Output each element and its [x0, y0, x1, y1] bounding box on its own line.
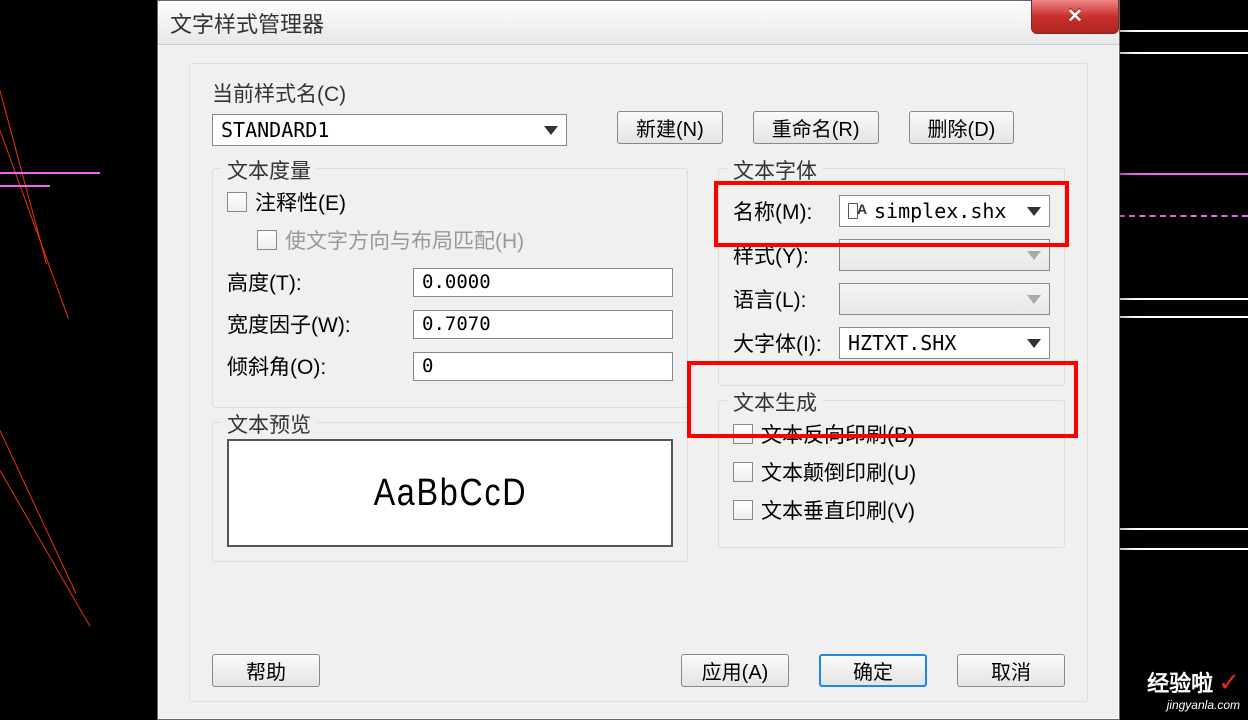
- chevron-down-icon: [1027, 295, 1041, 304]
- font-style-combo: [839, 239, 1050, 271]
- current-style-label: 当前样式名(C): [212, 78, 567, 108]
- measure-group: 文本度量 注释性(E) 使文字方向与布局匹配(H) 高度(T):: [212, 168, 688, 408]
- annotative-label: 注释性(E): [255, 187, 346, 217]
- oblique-row: 倾斜角(O):: [227, 351, 673, 381]
- oblique-input[interactable]: [413, 352, 673, 381]
- font-style-label: 样式(Y):: [733, 240, 839, 270]
- backward-checkbox[interactable]: [733, 424, 753, 444]
- vertical-label: 文本垂直印刷(V): [761, 495, 915, 525]
- bg-cad-line: [0, 130, 69, 318]
- upside-row: 文本颠倒印刷(U): [733, 457, 1050, 487]
- height-label: 高度(T):: [227, 267, 413, 297]
- width-label: 宽度因子(W):: [227, 309, 413, 339]
- measure-title: 文本度量: [221, 155, 317, 185]
- vertical-row: 文本垂直印刷(V): [733, 495, 1050, 525]
- bg-cad-line: [0, 430, 77, 594]
- bg-cad-line: [0, 470, 90, 626]
- bigfont-label: 大字体(I):: [733, 328, 839, 358]
- close-button[interactable]: ✕: [1031, 0, 1119, 34]
- match-orient-checkbox: [257, 230, 277, 250]
- bigfont-row: 大字体(I): HZTXT.SHX: [733, 327, 1050, 359]
- upside-label: 文本颠倒印刷(U): [761, 457, 916, 487]
- font-name-row: 名称(M): simplex.shx: [733, 195, 1050, 227]
- inner-panel: 当前样式名(C) STANDARD1 新建(N) 重命名(R) 删除(D): [189, 63, 1088, 702]
- backward-label: 文本反向印刷(B): [761, 419, 915, 449]
- width-row: 宽度因子(W):: [227, 309, 673, 339]
- font-group: 文本字体 名称(M): simplex.shx: [718, 168, 1065, 386]
- font-name-label: 名称(M):: [733, 196, 839, 226]
- match-orient-label: 使文字方向与布局匹配(H): [285, 225, 524, 255]
- bigfont-value: HZTXT.SHX: [848, 331, 956, 355]
- check-icon: ✓: [1218, 667, 1240, 697]
- font-name-combo[interactable]: simplex.shx: [839, 195, 1050, 227]
- chevron-down-icon: [1027, 251, 1041, 260]
- annotative-row: 注释性(E): [227, 187, 673, 217]
- titlebar[interactable]: 文字样式管理器 ✕: [158, 1, 1119, 45]
- columns: 文本度量 注释性(E) 使文字方向与布局匹配(H) 高度(T):: [212, 168, 1065, 576]
- backward-row: 文本反向印刷(B): [733, 419, 1050, 449]
- preview-group: 文本预览 AaBbCcD: [212, 422, 688, 562]
- bigfont-combo[interactable]: HZTXT.SHX: [839, 327, 1050, 359]
- font-lang-label: 语言(L):: [733, 284, 839, 314]
- match-orient-row: 使文字方向与布局匹配(H): [257, 225, 673, 255]
- delete-button[interactable]: 删除(D): [909, 111, 1015, 144]
- preview-box: AaBbCcD: [227, 439, 673, 547]
- generate-title: 文本生成: [727, 387, 823, 417]
- apply-button[interactable]: 应用(A): [681, 654, 789, 687]
- watermark: 经验啦 ✓ jingyanla.com: [1147, 666, 1240, 712]
- watermark-url: jingyanla.com: [1147, 698, 1240, 712]
- oblique-label: 倾斜角(O):: [227, 351, 413, 381]
- right-column: 文本字体 名称(M): simplex.shx: [718, 168, 1065, 576]
- bottom-button-row: 帮助 应用(A) 确定 取消: [212, 654, 1065, 687]
- chevron-down-icon: [1027, 339, 1041, 348]
- height-row: 高度(T):: [227, 267, 673, 297]
- upside-checkbox[interactable]: [733, 462, 753, 482]
- font-lang-row: 语言(L):: [733, 283, 1050, 315]
- preview-sample: AaBbCcD: [373, 472, 527, 515]
- top-row: 当前样式名(C) STANDARD1 新建(N) 重命名(R) 删除(D): [212, 78, 1065, 146]
- font-file-icon: [848, 203, 866, 219]
- generate-group: 文本生成 文本反向印刷(B) 文本颠倒印刷(U) 文本垂直印刷(V): [718, 400, 1065, 548]
- cancel-button[interactable]: 取消: [957, 654, 1065, 687]
- current-style-combo[interactable]: STANDARD1: [212, 114, 567, 146]
- left-column: 文本度量 注释性(E) 使文字方向与布局匹配(H) 高度(T):: [212, 168, 688, 576]
- font-style-row: 样式(Y):: [733, 239, 1050, 271]
- ok-button[interactable]: 确定: [819, 654, 927, 687]
- bg-cad-line: [0, 185, 50, 187]
- new-button[interactable]: 新建(N): [617, 111, 723, 144]
- font-lang-combo: [839, 283, 1050, 315]
- chevron-down-icon: [544, 126, 558, 135]
- dialog-body: 当前样式名(C) STANDARD1 新建(N) 重命名(R) 删除(D): [158, 45, 1119, 719]
- help-button[interactable]: 帮助: [212, 654, 320, 687]
- preview-title: 文本预览: [221, 409, 317, 439]
- height-input[interactable]: [413, 268, 673, 297]
- current-style-section: 当前样式名(C) STANDARD1: [212, 78, 567, 146]
- annotative-checkbox[interactable]: [227, 192, 247, 212]
- chevron-down-icon: [1027, 207, 1041, 216]
- bottom-right-buttons: 应用(A) 确定 取消: [681, 654, 1065, 687]
- vertical-checkbox[interactable]: [733, 500, 753, 520]
- current-style-value: STANDARD1: [221, 118, 329, 142]
- dialog-title: 文字样式管理器: [170, 7, 324, 39]
- font-name-value: simplex.shx: [874, 199, 1006, 223]
- action-buttons: 新建(N) 重命名(R) 删除(D): [617, 111, 1014, 146]
- width-input[interactable]: [413, 310, 673, 339]
- watermark-text: 经验啦: [1147, 671, 1213, 696]
- text-style-dialog: 文字样式管理器 ✕ 当前样式名(C) STANDARD1 新建(N) 重命名(R…: [157, 0, 1120, 720]
- font-title: 文本字体: [727, 155, 823, 185]
- rename-button[interactable]: 重命名(R): [753, 111, 879, 144]
- bg-cad-line: [0, 172, 100, 174]
- close-icon: ✕: [1067, 5, 1083, 28]
